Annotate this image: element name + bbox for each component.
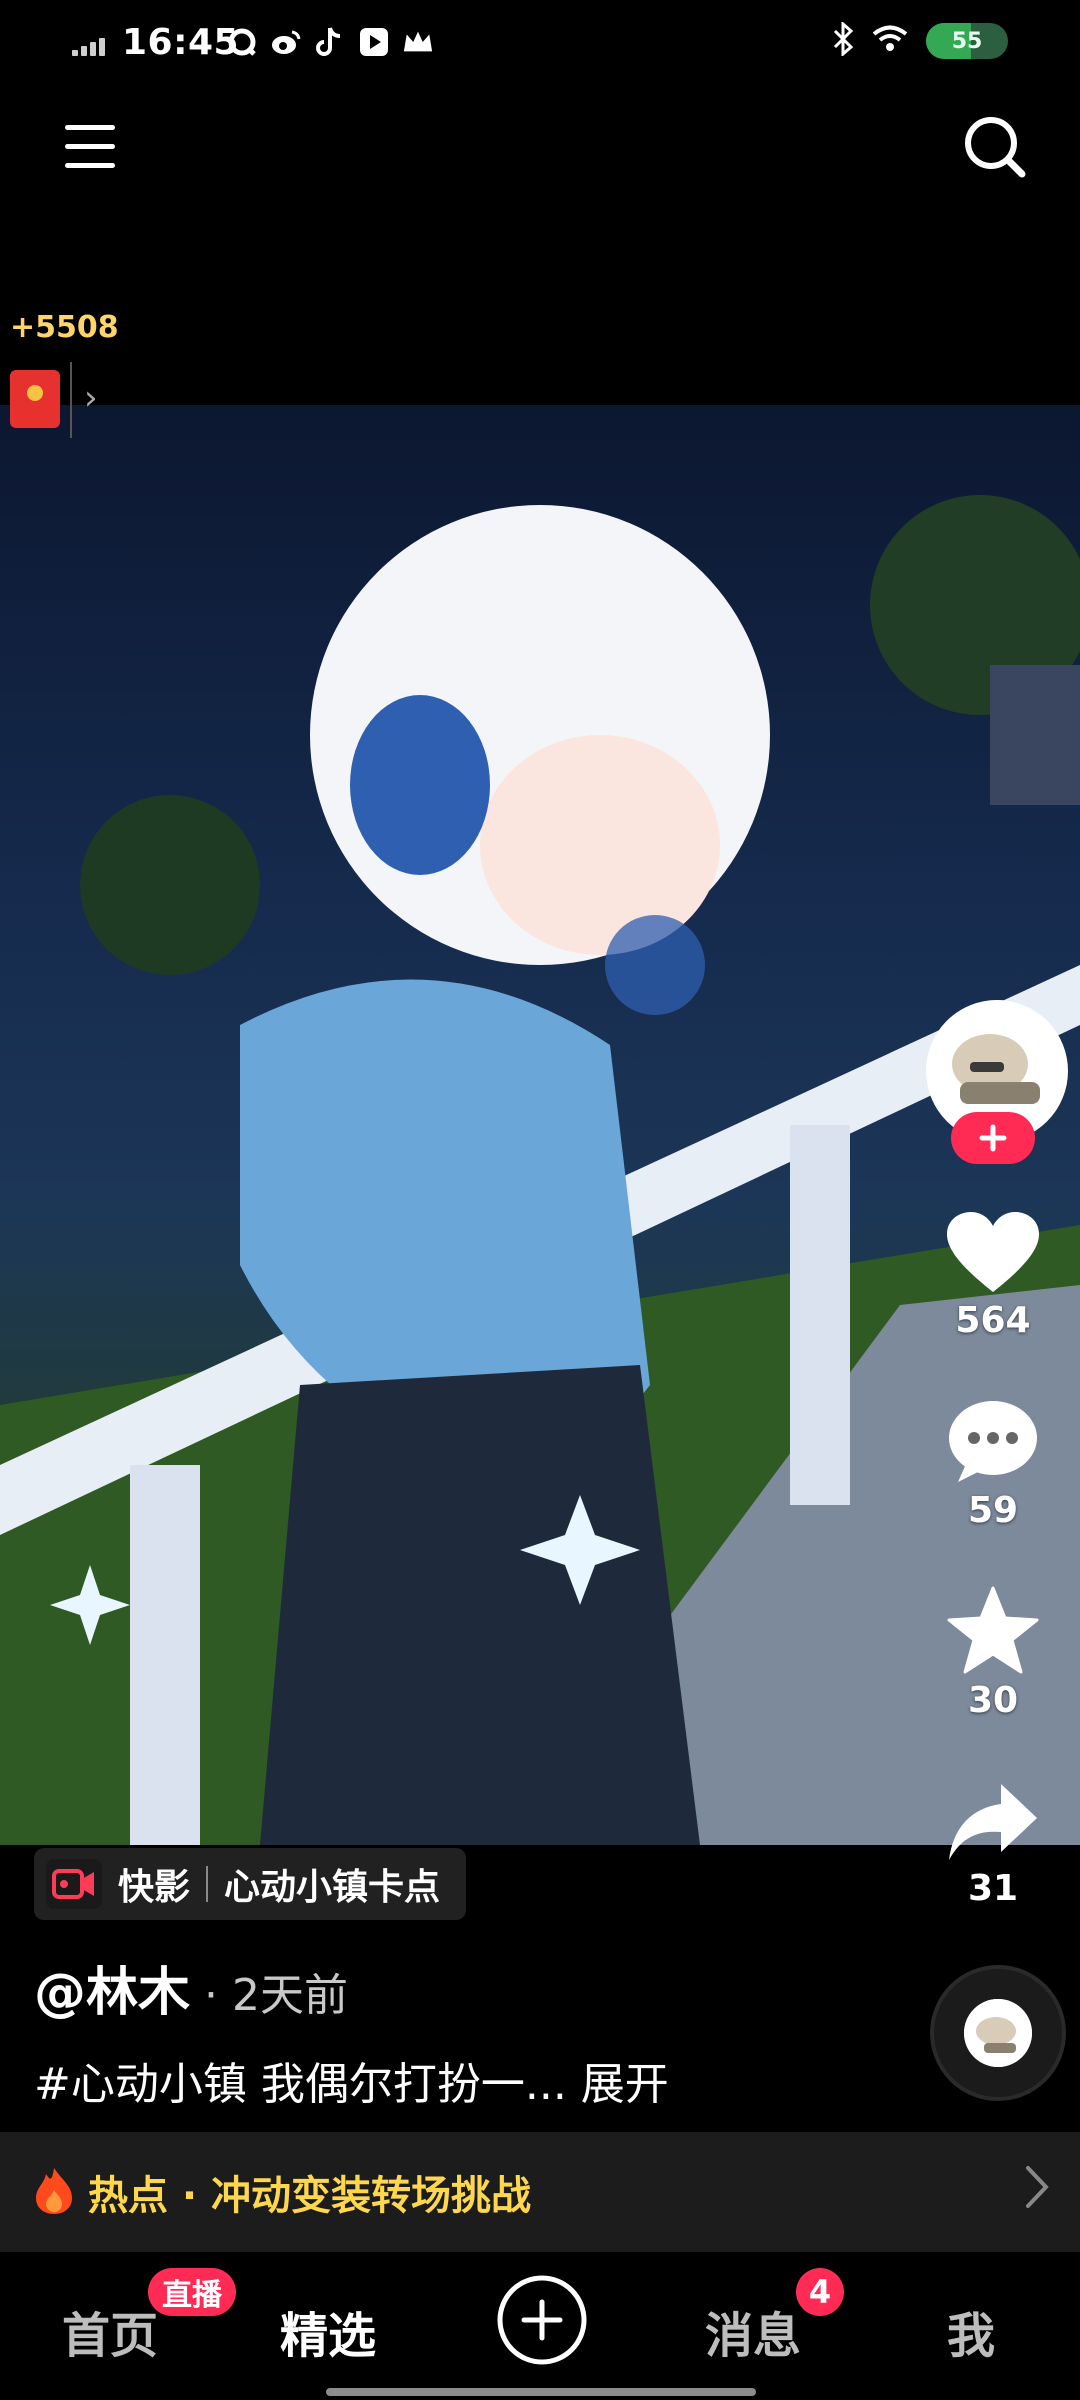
signal-icon — [72, 34, 112, 56]
tab-me[interactable]: 我 — [862, 2262, 1080, 2400]
search-icon[interactable] — [960, 112, 1030, 182]
home-indicator[interactable] — [326, 2388, 756, 2396]
template-app-name: 快影 — [118, 1867, 191, 1908]
share-count: 31 — [967, 1868, 1019, 1909]
author-line: @林木 · 2天前 — [34, 1950, 348, 2025]
comment-icon — [949, 1401, 1037, 1482]
tab-featured[interactable]: 精选 — [220, 2262, 436, 2400]
template-tag[interactable]: 快影 心动小镇卡点 — [34, 1848, 467, 1920]
status-right: 55 — [832, 20, 1008, 60]
menu-icon[interactable] — [56, 112, 124, 180]
divider — [70, 362, 72, 438]
heart-icon — [947, 1212, 1039, 1292]
video-description[interactable]: #心动小镇 我偶尔打扮一... 展开 — [34, 2048, 669, 2112]
favorite-count: 30 — [967, 1680, 1019, 1721]
battery-level: 55 — [951, 28, 983, 54]
hot-topic-bar[interactable]: 热点 · 冲动变装转场挑战 — [0, 2132, 1080, 2252]
music-disc[interactable] — [930, 1965, 1066, 2101]
kuaiying-logo-icon — [46, 1859, 102, 1909]
wifi-icon — [872, 25, 908, 57]
red-packet-icon[interactable] — [10, 370, 60, 428]
douyin-icon — [314, 26, 346, 58]
fire-icon — [34, 2166, 74, 2218]
author-name[interactable]: @林木 — [34, 1950, 190, 2025]
weibo-icon — [270, 26, 302, 58]
create-button[interactable] — [496, 2274, 588, 2366]
chevron-right-icon — [1024, 2164, 1050, 2214]
chevron-right-icon[interactable]: › — [84, 378, 98, 418]
template-name: 心动小镇卡点 — [224, 1867, 441, 1908]
qq-browser-icon — [226, 26, 258, 58]
video-frame — [0, 495, 1080, 1845]
share-icon — [949, 1784, 1037, 1860]
message-badge: 4 — [796, 2268, 844, 2316]
follow-button[interactable] — [951, 1112, 1035, 1164]
divider — [206, 1866, 209, 1902]
crown-icon — [402, 26, 434, 58]
post-time: · 2天前 — [204, 1970, 348, 2021]
music-cover — [964, 1999, 1032, 2067]
share-button[interactable]: 31 — [930, 1782, 1056, 1909]
video-icon — [358, 26, 390, 58]
coin-count[interactable]: +5508 — [10, 310, 119, 345]
battery-indicator: 55 — [926, 23, 1008, 59]
live-badge: 直播 — [148, 2268, 236, 2316]
like-button[interactable]: 564 — [930, 1212, 1056, 1341]
like-count: 564 — [955, 1300, 1031, 1341]
video-player[interactable] — [0, 405, 1080, 1845]
favorite-button[interactable]: 30 — [930, 1586, 1056, 1721]
status-time: 16:45 — [122, 22, 240, 63]
hot-topic-label: 热点 · 冲动变装转场挑战 — [88, 2173, 532, 2219]
comment-count: 59 — [967, 1490, 1019, 1531]
bluetooth-icon — [832, 20, 854, 60]
star-icon — [947, 1586, 1039, 1674]
comment-button[interactable]: 59 — [930, 1400, 1056, 1531]
plus-icon — [497, 2275, 587, 2365]
status-app-icons — [226, 26, 434, 58]
